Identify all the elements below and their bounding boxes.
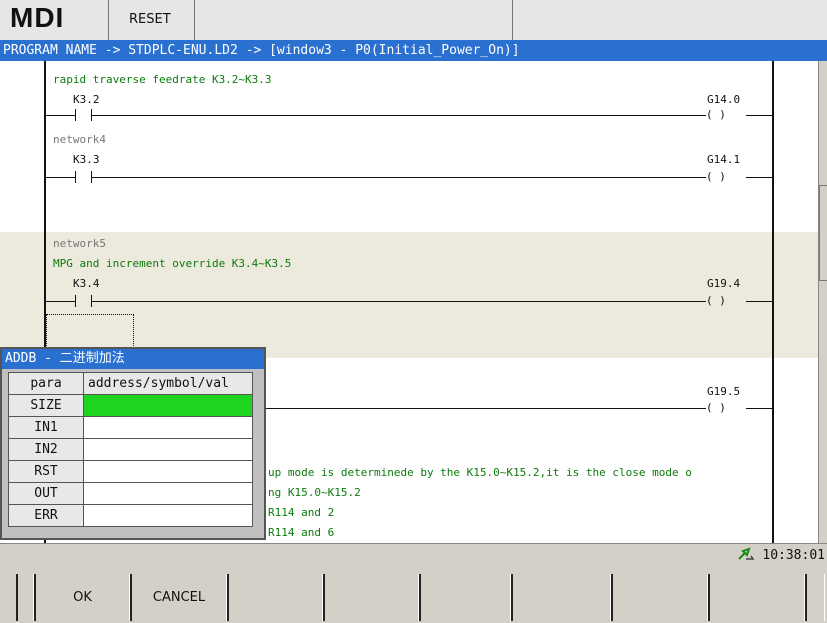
rung-wire <box>746 408 772 409</box>
param-column-header: para <box>8 372 84 395</box>
rung-wire <box>46 301 75 302</box>
softkey-8[interactable] <box>708 574 805 621</box>
network-connection-icon <box>737 547 754 560</box>
param-value-input[interactable] <box>83 504 253 527</box>
scrollbar-thumb[interactable] <box>819 185 827 281</box>
param-value-input[interactable] <box>83 438 253 461</box>
clock: 10:38:01 <box>737 547 825 563</box>
param-name: OUT <box>8 482 84 505</box>
softkey-6[interactable] <box>511 574 611 621</box>
rung-wire <box>266 408 706 409</box>
network-comment: R114 and 2 <box>268 506 335 519</box>
softkey-7[interactable] <box>611 574 708 621</box>
contact-address: K3.4 <box>73 277 100 290</box>
coil-address: G14.1 <box>707 153 741 166</box>
coil-address: G14.0 <box>707 93 741 106</box>
rung-wire <box>92 301 706 302</box>
softkey-right-arrow[interactable] <box>805 574 825 621</box>
param-name: IN1 <box>8 416 84 439</box>
param-name: SIZE <box>8 394 84 417</box>
right-power-rail <box>772 61 774 543</box>
rung-wire <box>746 301 772 302</box>
divider <box>194 0 195 40</box>
coil-symbol: ( ) <box>706 294 726 307</box>
param-table: para address/symbol/val SIZE IN1 IN2 RST… <box>8 372 253 527</box>
coil-symbol: ( ) <box>706 401 726 414</box>
divider <box>512 0 513 40</box>
status-bar: 10:38:01 <box>0 543 827 566</box>
clock-time: 10:38:01 <box>762 548 825 563</box>
softkey-5[interactable] <box>419 574 511 621</box>
reset-indicator: RESET <box>129 12 171 27</box>
program-path-bar: PROGRAM NAME -> STDPLC-ENU.LD2 -> [windo… <box>0 40 827 61</box>
ok-button[interactable]: OK <box>34 574 130 621</box>
param-row-rst[interactable]: RST <box>8 460 253 483</box>
param-row-size[interactable]: SIZE <box>8 394 253 417</box>
softkey-3[interactable] <box>227 574 323 621</box>
dialog-title: ADDB - 二进制加法 <box>2 349 264 369</box>
network-comment: ng K15.0~K15.2 <box>268 486 361 499</box>
param-row-in1[interactable]: IN1 <box>8 416 253 439</box>
network-comment: R114 and 6 <box>268 526 335 539</box>
network-label: network4 <box>53 133 106 146</box>
network-comment: MPG and increment override K3.4~K3.5 <box>53 257 292 270</box>
param-value-input[interactable] <box>83 460 253 483</box>
divider <box>108 0 109 40</box>
contact-symbol <box>75 171 76 183</box>
rung-wire <box>92 115 706 116</box>
param-value-input[interactable] <box>83 394 253 417</box>
param-name: RST <box>8 460 84 483</box>
contact-symbol <box>75 109 76 121</box>
instruction-param-dialog[interactable]: ADDB - 二进制加法 para address/symbol/val SIZ… <box>0 347 266 540</box>
param-value-input[interactable] <box>83 482 253 505</box>
param-table-header: para address/symbol/val <box>8 372 253 395</box>
network-label: network5 <box>53 237 106 250</box>
softkey-bar: OK CANCEL <box>0 566 827 623</box>
param-row-err[interactable]: ERR <box>8 504 253 527</box>
softkey-left-arrow[interactable] <box>16 574 34 621</box>
rung-wire <box>746 115 772 116</box>
vertical-scrollbar[interactable] <box>818 61 827 543</box>
param-name: ERR <box>8 504 84 527</box>
rung-wire <box>46 115 75 116</box>
edit-cursor[interactable] <box>46 314 134 350</box>
top-status-bar: MDI RESET <box>0 0 827 41</box>
cancel-button[interactable]: CANCEL <box>130 574 227 621</box>
contact-address: K3.2 <box>73 93 100 106</box>
rung-wire <box>46 177 75 178</box>
rung-wire <box>746 177 772 178</box>
value-column-header: address/symbol/val <box>83 372 253 395</box>
mode-indicator: MDI <box>10 2 65 33</box>
contact-address: K3.3 <box>73 153 100 166</box>
param-row-out[interactable]: OUT <box>8 482 253 505</box>
contact-symbol <box>75 295 76 307</box>
softkey-4[interactable] <box>323 574 419 621</box>
param-row-in2[interactable]: IN2 <box>8 438 253 461</box>
rung-wire <box>92 177 706 178</box>
coil-symbol: ( ) <box>706 170 726 183</box>
coil-symbol: ( ) <box>706 108 726 121</box>
param-value-input[interactable] <box>83 416 253 439</box>
network-comment: up mode is determinede by the K15.0~K15.… <box>268 466 692 479</box>
coil-address: G19.4 <box>707 277 741 290</box>
coil-address: G19.5 <box>707 385 741 398</box>
param-name: IN2 <box>8 438 84 461</box>
network-comment: rapid traverse feedrate K3.2~K3.3 <box>53 73 272 86</box>
